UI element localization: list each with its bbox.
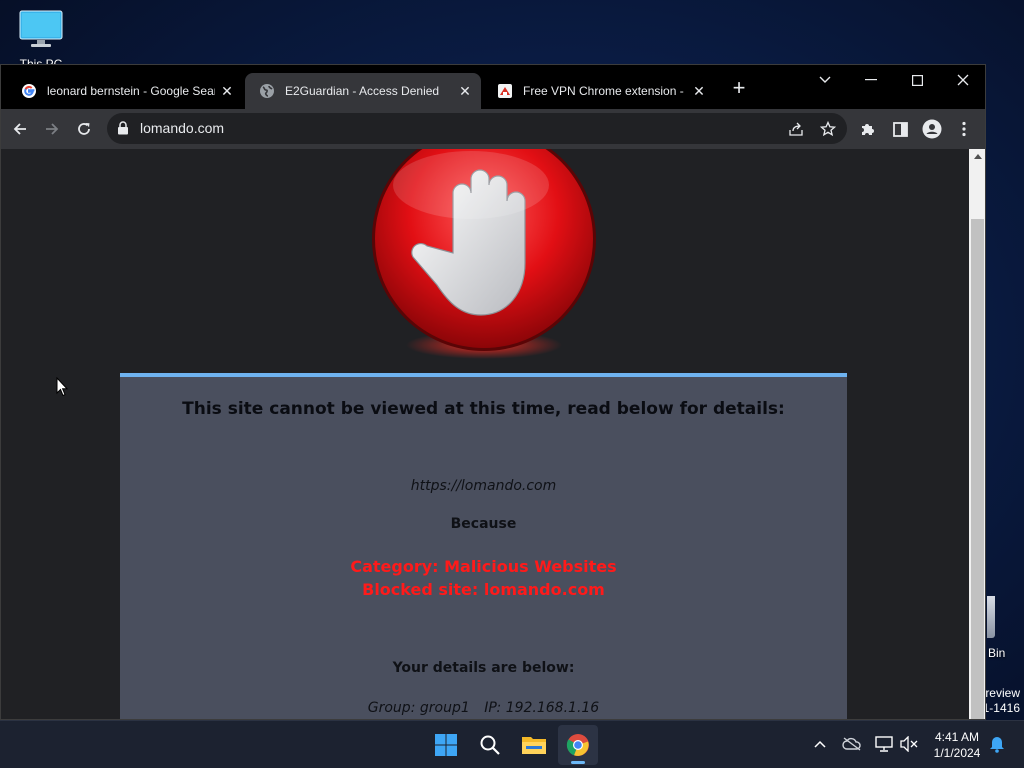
notifications-button[interactable]: [986, 733, 1008, 755]
star-icon: [820, 121, 836, 137]
page-viewport: This site cannot be viewed at this time,…: [1, 149, 969, 719]
details-heading: Your details are below:: [392, 660, 575, 676]
tab-google-search[interactable]: leonard bernstein - Google Search ✕: [7, 73, 243, 109]
start-button[interactable]: [426, 725, 466, 765]
scroll-up-button[interactable]: [969, 149, 985, 163]
chevron-up-icon: [814, 740, 826, 748]
tab-title: Free VPN Chrome extension - Best VPN: [523, 84, 687, 98]
lock-icon: [118, 121, 128, 135]
side-panel-icon: [892, 121, 908, 137]
url-text: lomando.com: [140, 120, 225, 136]
stop-hand-icon: [372, 149, 596, 359]
minimize-icon: [865, 79, 877, 81]
side-panel-button[interactable]: [884, 113, 916, 145]
volume-tray[interactable]: [898, 733, 920, 755]
clock-time: 4:41 AM: [934, 730, 980, 744]
chevron-down-icon: [819, 76, 831, 83]
because-label: Because: [450, 516, 517, 532]
tab-e2guardian[interactable]: E2Guardian - Access Denied ✕: [245, 73, 481, 109]
forward-button[interactable]: [36, 113, 68, 145]
tab-title: E2Guardian - Access Denied: [285, 84, 440, 98]
kebab-menu-icon: [962, 121, 966, 137]
running-indicator: [571, 761, 585, 764]
maximize-button[interactable]: [894, 65, 940, 95]
browser-toolbar: lomando.com: [1, 109, 985, 149]
windows-watermark: review 1-1416: [983, 686, 1020, 716]
scroll-thumb[interactable]: [971, 219, 984, 719]
close-window-button[interactable]: [940, 65, 985, 95]
maximize-icon: [911, 74, 923, 86]
page-scrollbar[interactable]: [969, 149, 985, 719]
watermark-line-2: 1-1416: [982, 701, 1020, 715]
vpn-icon: [497, 83, 513, 99]
network-icon: [875, 736, 893, 752]
google-icon: [21, 83, 37, 99]
watermark-line-1: review: [985, 686, 1020, 700]
taskbar: 4:41 AM 1/1/2024: [0, 720, 1024, 768]
tab-search-button[interactable]: [802, 65, 848, 95]
share-button[interactable]: [784, 117, 808, 141]
taskbar-clock[interactable]: 4:41 AM 1/1/2024: [922, 729, 992, 761]
chrome-button[interactable]: [558, 725, 598, 765]
file-explorer-button[interactable]: [514, 725, 554, 765]
browser-menu-button[interactable]: [948, 113, 980, 145]
start-icon: [435, 734, 457, 756]
arrow-left-icon: [13, 123, 26, 135]
reason-site: Blocked site: lomando.com: [362, 580, 605, 599]
cloud-offline-icon: [842, 737, 861, 751]
profile-button[interactable]: [916, 113, 948, 145]
tab-free-vpn[interactable]: Free VPN Chrome extension - Best VPN ✕: [483, 73, 715, 109]
reload-button[interactable]: [68, 113, 100, 145]
globe-icon: [259, 83, 275, 99]
block-notice-panel: This site cannot be viewed at this time,…: [120, 373, 847, 719]
search-button[interactable]: [470, 725, 510, 765]
close-tab-icon[interactable]: ✕: [219, 83, 235, 99]
browser-window: leonard bernstein - Google Search ✕ E2Gu…: [0, 64, 986, 720]
bookmark-button[interactable]: [816, 117, 840, 141]
share-icon: [789, 122, 803, 136]
puzzle-icon: [862, 124, 874, 135]
close-tab-icon[interactable]: ✕: [457, 83, 473, 99]
reload-icon: [78, 123, 90, 135]
blocked-url: https://lomando.com: [410, 478, 557, 494]
monitor-icon: [19, 10, 63, 47]
back-button[interactable]: [4, 113, 36, 145]
file-explorer-icon: [522, 737, 546, 754]
close-tab-icon[interactable]: ✕: [691, 83, 707, 99]
reason-category: Category: Malicious Websites: [350, 557, 617, 576]
tab-strip: leonard bernstein - Google Search ✕ E2Gu…: [1, 65, 985, 109]
user-details: Group: group1 IP: 192.168.1.16: [120, 700, 847, 716]
volume-muted-icon: [900, 736, 918, 752]
ip-value: IP: 192.168.1.16: [484, 700, 600, 716]
recycle-bin-icon: [987, 596, 995, 638]
profile-icon: [922, 119, 942, 139]
mouse-cursor-icon: [56, 377, 68, 397]
recycle-bin-label: Bin: [988, 646, 1006, 660]
chrome-icon: [566, 734, 589, 756]
close-icon: [957, 74, 969, 86]
group-value: Group: group1: [367, 700, 470, 716]
show-hidden-icons-button[interactable]: [809, 733, 831, 755]
network-tray[interactable]: [873, 733, 895, 755]
block-reason: Category: Malicious Websites Blocked sit…: [120, 555, 847, 601]
search-icon: [480, 735, 500, 755]
address-bar[interactable]: lomando.com: [107, 113, 847, 144]
bell-icon: [990, 737, 1004, 753]
desktop-this-pc[interactable]: This PC: [14, 10, 68, 68]
page-headline: This site cannot be viewed at this time,…: [182, 399, 785, 419]
tab-title: leonard bernstein - Google Search: [47, 84, 215, 98]
extensions-button[interactable]: [852, 113, 884, 145]
triangle-up-icon: [973, 153, 982, 159]
clock-date: 1/1/2024: [933, 746, 981, 760]
minimize-button[interactable]: [848, 65, 894, 95]
arrow-right-icon: [46, 123, 59, 135]
new-tab-button[interactable]: +: [728, 77, 750, 100]
onedrive-tray[interactable]: [841, 733, 863, 755]
